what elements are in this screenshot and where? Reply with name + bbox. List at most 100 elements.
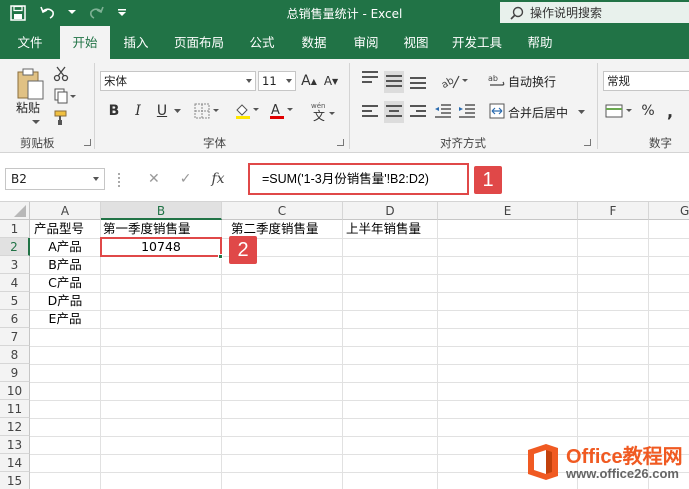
tell-me-search[interactable]: 操作说明搜索 [500,2,689,23]
row-header-11[interactable]: 11 [0,400,30,418]
percent-style-button[interactable]: % [640,101,656,121]
cell-a2[interactable]: A产品 [30,238,100,256]
bold-button[interactable]: B [104,101,124,121]
row-header-1[interactable]: 1 [0,220,30,238]
wrap-text-button[interactable]: 自动换行 [508,73,556,90]
tab-formulas[interactable]: 公式 [240,26,284,59]
column-header-g[interactable]: G [649,202,689,220]
underline-button[interactable]: U [152,101,172,121]
number-format-select[interactable]: 常规 [603,71,689,91]
cell-a1[interactable]: 产品型号 [34,220,84,238]
tab-file[interactable]: 文件 [8,26,52,59]
align-left-icon[interactable] [362,105,378,120]
tab-page-layout[interactable]: 页面布局 [166,26,232,59]
column-header-f[interactable]: F [578,202,649,220]
merge-center-icon[interactable] [488,101,506,121]
tab-help[interactable]: 帮助 [518,26,562,59]
grow-font-button[interactable]: A ▲ [300,71,318,91]
grow-font-label: A [301,73,311,89]
grid-line [30,346,689,347]
alignment-group-label: 对齐方式 [440,136,486,150]
row-header-3[interactable]: 3 [0,256,30,274]
bottom-align-icon[interactable] [410,77,426,92]
italic-button[interactable]: I [128,101,148,121]
group-divider [94,63,95,149]
row-header-6[interactable]: 6 [0,310,30,328]
tab-data[interactable]: 数据 [292,26,336,59]
formula-bar-grip[interactable] [118,173,122,187]
grid-line [30,274,689,275]
font-color-button[interactable]: A [266,101,296,121]
column-header-b[interactable]: B [101,202,222,220]
row-header-5[interactable]: 5 [0,292,30,310]
middle-align-icon[interactable] [384,71,404,93]
comma-style-button[interactable]: , [662,101,678,121]
cell-a3[interactable]: B产品 [30,256,100,274]
cut-icon[interactable] [52,65,70,83]
column-header-d[interactable]: D [343,202,438,220]
column-header-c[interactable]: C [222,202,343,220]
wrap-text-icon[interactable]: ab [488,71,506,91]
row-header-13[interactable]: 13 [0,436,30,454]
row-header-9[interactable]: 9 [0,364,30,382]
name-box-value: B2 [11,172,27,186]
copy-icon[interactable] [52,87,78,105]
cell-a4[interactable]: C产品 [30,274,100,292]
grid-line [30,310,689,311]
cell-d1[interactable]: 上半年销售量 [346,220,421,238]
formula-buttons: ✕ ✓ fx [140,168,240,190]
merge-center-button[interactable]: 合并后居中 [508,104,568,121]
underline-dropdown-icon[interactable] [172,106,182,116]
grid-line [342,220,343,489]
cancel-icon[interactable]: ✕ [148,171,160,187]
column-header-a[interactable]: A [30,202,101,220]
orientation-button[interactable]: ab [438,71,470,91]
align-right-icon[interactable] [410,105,426,120]
tab-home[interactable]: 开始 [60,26,110,59]
merge-dropdown-icon[interactable] [576,107,586,117]
tab-review[interactable]: 审阅 [344,26,388,59]
paste-dropdown-icon[interactable] [30,117,42,127]
tab-insert[interactable]: 插入 [114,26,158,59]
font-size-select[interactable]: 11 [258,71,296,91]
font-name-select[interactable]: 宋体 [100,71,256,91]
row-header-12[interactable]: 12 [0,418,30,436]
svg-text:ab: ab [488,74,498,83]
name-box[interactable]: B2 [5,168,105,190]
decrease-indent-icon[interactable] [434,101,452,121]
shrink-font-button[interactable]: A ▼ [322,71,340,91]
font-launcher-icon[interactable] [337,139,344,146]
clipboard-launcher-icon[interactable] [84,139,91,146]
row-header-15[interactable]: 15 [0,472,30,489]
row-header-7[interactable]: 7 [0,328,30,346]
watermark-brand: Office教程网 [566,446,683,468]
phonetic-guide-button[interactable]: wén 文 [308,99,338,123]
row-header-8[interactable]: 8 [0,346,30,364]
column-header-e[interactable]: E [438,202,578,220]
enter-icon[interactable]: ✓ [180,171,192,187]
row-header-2[interactable]: 2 [0,238,30,256]
increase-indent-icon[interactable] [458,101,476,121]
tab-developer[interactable]: 开发工具 [444,26,510,59]
grid-line [30,292,689,293]
fill-handle[interactable] [218,254,223,259]
accounting-format-button[interactable] [603,101,635,121]
format-painter-icon[interactable] [52,109,70,127]
alignment-launcher-icon[interactable] [584,139,591,146]
cell-b1[interactable]: 第一季度销售量 [103,220,191,238]
tab-view[interactable]: 视图 [394,26,438,59]
ribbon-tabs: 文件 开始 插入 页面布局 公式 数据 审阅 视图 开发工具 帮助 [0,26,689,59]
row-header-14[interactable]: 14 [0,454,30,472]
select-all-button[interactable] [0,202,30,220]
fill-color-button[interactable] [232,101,262,121]
align-center-icon[interactable] [384,101,404,123]
top-align-icon[interactable] [362,71,378,86]
grid-line [30,328,689,329]
row-header-4[interactable]: 4 [0,274,30,292]
paste-button[interactable] [12,65,48,103]
cell-a6[interactable]: E产品 [30,310,100,328]
row-header-10[interactable]: 10 [0,382,30,400]
borders-button[interactable] [192,101,222,121]
insert-function-icon[interactable]: fx [211,171,224,187]
cell-a5[interactable]: D产品 [30,292,100,310]
